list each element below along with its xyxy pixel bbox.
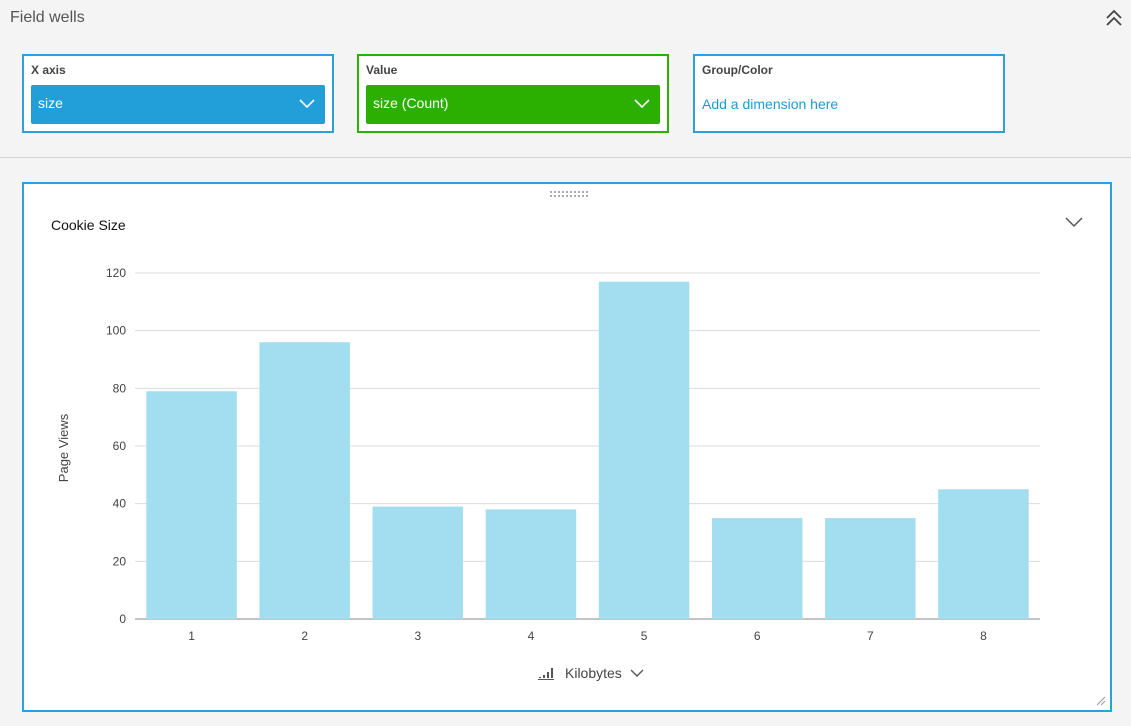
y-tick-label: 40 [113, 497, 127, 511]
bar[interactable] [259, 342, 350, 619]
y-tick-label: 20 [113, 554, 127, 568]
value-field-value: size (Count) [373, 95, 449, 111]
bar[interactable] [598, 281, 690, 619]
sort-icon [538, 668, 554, 680]
group-color-well-label: Group/Color [702, 63, 773, 77]
group-color-well: Group/Color Add a dimension here [693, 54, 1005, 133]
x-axis-well-label: X axis [31, 63, 66, 77]
y-tick-label: 0 [119, 612, 126, 626]
chevron-down-icon [630, 669, 644, 677]
value-field-dropdown[interactable]: size (Count) [366, 85, 660, 124]
x-axis-well: X axis size [22, 54, 334, 133]
collapse-field-wells-button[interactable] [1102, 8, 1126, 28]
y-tick-label: 120 [106, 266, 126, 280]
bar[interactable] [938, 489, 1029, 619]
x-axis-title: Kilobytes [565, 665, 622, 681]
x-tick-label: 7 [867, 629, 874, 643]
x-tick-label: 5 [641, 629, 648, 643]
bar[interactable] [825, 518, 916, 619]
bar-chart: 0 20 40 60 80 100 120 1 2 3 4 5 6 7 8 Page Views [56, 266, 1040, 643]
x-tick-label: 8 [980, 629, 987, 643]
field-wells-title: Field wells [10, 9, 85, 26]
double-chevron-up-icon [1106, 9, 1122, 26]
resize-handle-icon[interactable] [1094, 694, 1106, 706]
value-well: Value size (Count) [357, 54, 669, 133]
y-tick-label: 80 [113, 381, 127, 395]
bar[interactable] [146, 391, 237, 619]
bar[interactable] [485, 509, 577, 619]
x-tick-label: 1 [188, 629, 195, 643]
bar[interactable] [711, 518, 803, 619]
bar[interactable] [372, 506, 464, 619]
x-axis-field-value: size [38, 95, 63, 111]
field-wells-header: Field wells [0, 0, 1131, 38]
y-tick-label: 100 [106, 324, 126, 338]
x-tick-label: 3 [414, 629, 421, 643]
x-tick-label: 6 [754, 629, 761, 643]
chevron-down-icon [299, 99, 315, 109]
y-tick-label: 60 [113, 439, 127, 453]
x-tick-label: 2 [301, 629, 308, 643]
x-axis-field-dropdown[interactable]: size [31, 85, 325, 124]
y-axis-title[interactable]: Page Views [56, 413, 71, 482]
field-wells-divider [0, 157, 1131, 158]
chevron-down-icon [634, 99, 650, 109]
add-dimension-link[interactable]: Add a dimension here [702, 96, 838, 112]
visual-container[interactable]: Cookie Size 0 20 40 60 80 100 120 1 2 3 4 5 6 7 8 Page … [22, 182, 1112, 712]
x-tick-label: 4 [528, 629, 535, 643]
value-well-label: Value [366, 63, 398, 77]
